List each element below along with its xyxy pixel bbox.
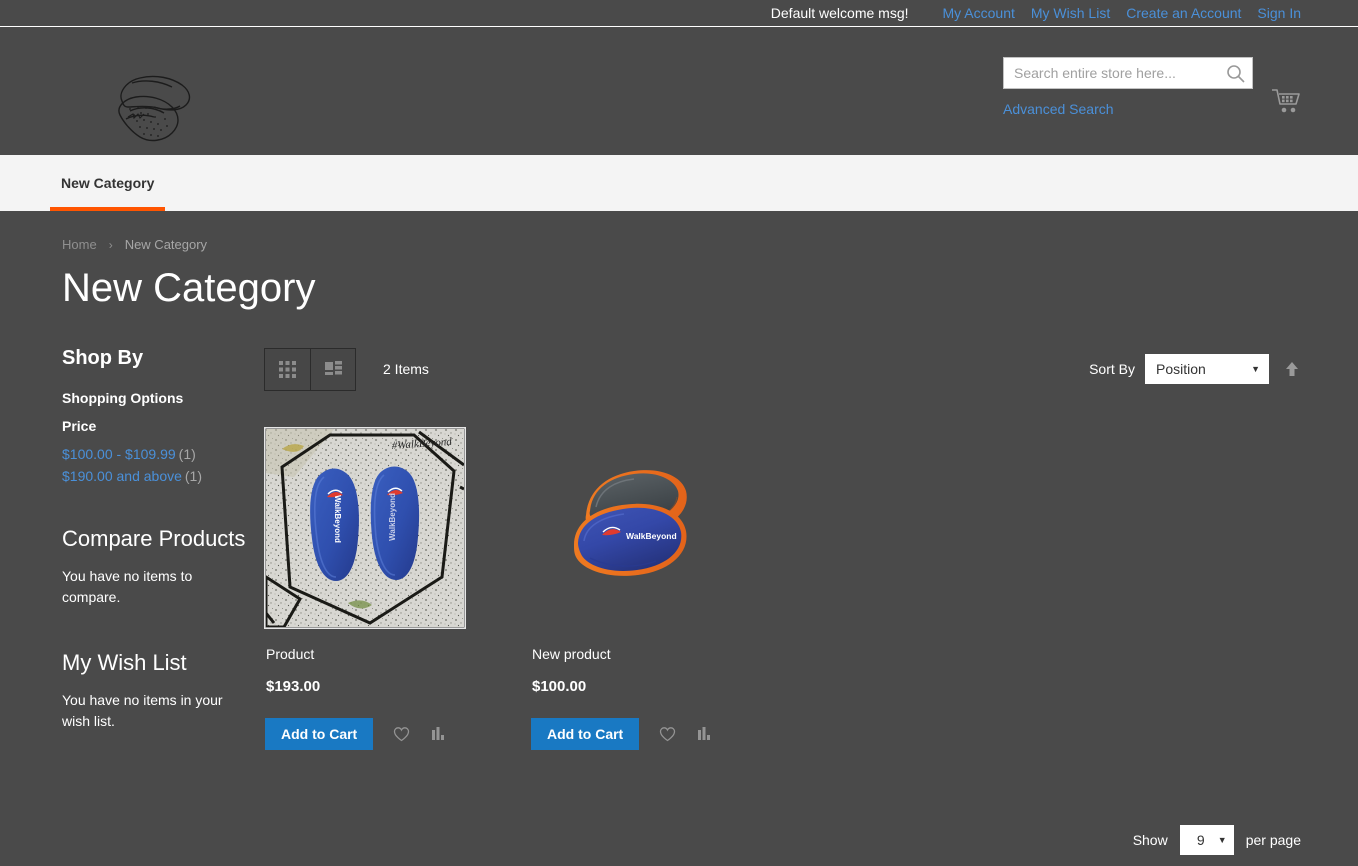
product-image[interactable]: WalkBeyond [530,427,732,629]
page-content: Home › New Category New Category Shop By… [0,211,1358,750]
my-wish-list-link[interactable]: My Wish List [1031,6,1110,20]
svg-text:WalkBeyond: WalkBeyond [626,531,677,541]
nav-item-new-category[interactable]: New Category [50,155,166,211]
bottom-toolbar: Show 9 ▼ per page [1133,825,1301,855]
filter-item-price-2[interactable]: $190.00 and above (1) [62,468,264,484]
page-title: New Category [62,266,316,310]
advanced-search-link[interactable]: Advanced Search [1003,101,1253,117]
filter-link-price-1[interactable]: $100.00 - $109.99 [62,446,176,462]
store-logo[interactable] [110,67,210,149]
per-page-value: 9 [1196,832,1205,848]
my-account-link[interactable]: My Account [943,6,1015,20]
page-header: Advanced Search [0,27,1358,155]
breadcrumb-separator-icon: › [108,237,113,252]
sort-by-value: Position [1156,361,1206,377]
filter-link-price-2[interactable]: $190.00 and above [62,468,182,484]
add-to-cart-button[interactable]: Add to Cart [531,718,640,750]
chevron-down-icon: ▼ [1217,835,1227,845]
filter-item-price-1[interactable]: $100.00 - $109.99 (1) [62,446,264,462]
product-actions: Add to Cart [265,718,466,750]
price-filter-title: Price [62,418,97,434]
shop-by-title: Shop By [62,347,144,369]
compare-products-empty: You have no items to compare. [62,568,193,605]
top-panel: Default welcome msg! My Account My Wish … [0,0,1358,27]
sign-in-link[interactable]: Sign In [1257,6,1301,20]
compare-products-block: Compare Products You have no items to co… [62,526,264,608]
wish-list-empty: You have no items in your wish list. [62,692,223,729]
add-to-cart-button[interactable]: Add to Cart [265,718,374,750]
compare-bars-icon[interactable] [696,726,712,742]
product-list-column: 2 Items Sort By Position ▼ WalkBeyond Wa… [264,347,1301,750]
header-actions: Advanced Search [1003,57,1301,120]
product-name[interactable]: Product [266,646,466,662]
svg-text:WalkBeyond: WalkBeyond [388,493,397,541]
filter-count-price-2: (1) [184,468,203,484]
compare-products-title: Compare Products [62,526,246,551]
sorter: Sort By Position ▼ [1089,354,1301,384]
show-label: Show [1132,832,1168,848]
sort-by-select[interactable]: Position ▼ [1145,354,1269,384]
heart-icon[interactable] [659,726,676,742]
columns: Shop By Shopping Options Price $100.00 -… [57,347,1301,750]
search-block: Advanced Search [1003,57,1253,117]
product-price: $193.00 [266,678,321,695]
grid-view-icon[interactable] [265,348,310,390]
breadcrumb: Home › New Category [57,211,1301,252]
sort-direction-arrow-up-icon[interactable] [1283,360,1301,378]
product-actions: Add to Cart [531,718,732,750]
heart-icon[interactable] [393,726,410,742]
compare-bars-icon[interactable] [430,726,446,742]
create-account-link[interactable]: Create an Account [1126,6,1241,20]
product-item: WalkBeyond New product $100.00 Add to Ca… [530,427,732,750]
per-page-select[interactable]: 9 ▼ [1179,825,1234,855]
product-name[interactable]: New product [532,646,732,662]
filter-count-price-1: (1) [178,446,196,462]
main-navigation: New Category [0,155,1358,211]
search-input[interactable] [1003,57,1253,89]
product-image[interactable]: WalkBeyond WalkBeyond #WalkBeyond [264,427,466,629]
chevron-down-icon: ▼ [1251,364,1260,374]
toolbar-item-count: 2 Items [383,361,429,377]
wish-list-block: My Wish List You have no items in your w… [62,650,264,732]
breadcrumb-home[interactable]: Home [62,237,97,252]
welcome-message: Default welcome msg! [770,5,909,21]
products-toolbar: 2 Items Sort By Position ▼ [264,347,1301,391]
search-icon[interactable] [1225,63,1247,85]
per-page-label: per page [1245,832,1301,848]
shopping-cart-icon[interactable] [1271,87,1301,120]
view-mode-switcher [264,347,356,391]
list-view-icon[interactable] [310,348,355,390]
product-grid: WalkBeyond WalkBeyond #WalkBeyond Produc… [264,427,1301,750]
wish-list-title: My Wish List [62,650,187,675]
shopping-options-title: Shopping Options [62,390,184,406]
sort-by-label: Sort By [1089,361,1135,377]
breadcrumb-current: New Category [124,237,208,252]
sidebar: Shop By Shopping Options Price $100.00 -… [57,347,264,750]
product-price: $100.00 [532,678,587,695]
nav-item-label: New Category [61,175,155,191]
product-item: WalkBeyond WalkBeyond #WalkBeyond Produc… [264,427,466,750]
svg-text:WalkBeyond: WalkBeyond [333,495,342,543]
